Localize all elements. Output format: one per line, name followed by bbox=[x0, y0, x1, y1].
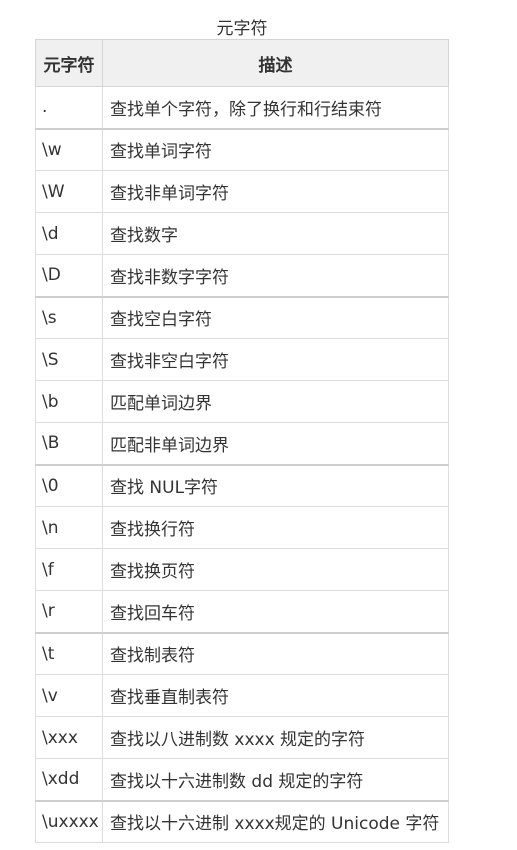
table-row: \s 查找空白字符 bbox=[35, 295, 449, 339]
table-caption: 元字符 bbox=[216, 19, 268, 39]
table-row: \S 查找非空白字符 bbox=[35, 338, 449, 381]
row-description: 匹配单词边界 bbox=[102, 380, 449, 423]
row-symbol: \r bbox=[35, 590, 103, 633]
row-symbol: . bbox=[35, 86, 103, 129]
table-row: \b 匹配单词边界 bbox=[35, 380, 449, 423]
row-symbol: \S bbox=[35, 338, 103, 381]
row-symbol: \n bbox=[35, 506, 103, 549]
table-row: \xdd 查找以十六进制数 dd 规定的字符 bbox=[35, 758, 449, 801]
row-description: 查找换行符 bbox=[102, 506, 449, 549]
row-symbol: \xxx bbox=[35, 716, 103, 759]
table-row: \n 查找换行符 bbox=[35, 506, 449, 549]
table-row: \uxxxx 查找以十六进制 xxxx规定的 Unicode 字符 bbox=[35, 799, 449, 843]
row-description: 匹配非单词边界 bbox=[102, 422, 449, 465]
row-description: 查找垂直制表符 bbox=[102, 674, 449, 717]
table-row: . 查找单个字符，除了换行和行结束符 bbox=[35, 86, 449, 129]
table-row: \f 查找换页符 bbox=[35, 548, 449, 591]
table-row: \t 查找制表符 bbox=[35, 631, 449, 675]
row-description: 查找以十六进制数 dd 规定的字符 bbox=[102, 758, 449, 801]
table-row: \r 查找回车符 bbox=[35, 590, 449, 633]
row-description: 查找换页符 bbox=[102, 548, 449, 591]
row-symbol: \s bbox=[35, 295, 103, 339]
table-row: \xxx 查找以八进制数 xxxx 规定的字符 bbox=[35, 716, 449, 759]
header-description: 描述 bbox=[102, 39, 449, 87]
row-symbol: \v bbox=[35, 674, 103, 717]
row-description: 查找空白字符 bbox=[102, 295, 449, 339]
row-description: 查找非数字字符 bbox=[102, 254, 449, 297]
row-description: 查找非单词字符 bbox=[102, 170, 449, 213]
metacharacter-table: 元字符 描述 . 查找单个字符，除了换行和行结束符 \w 查找单词字符 \W 查… bbox=[35, 39, 449, 843]
row-symbol: \b bbox=[35, 380, 103, 423]
table-header-row: 元字符 描述 bbox=[35, 39, 449, 87]
row-description: 查找单词字符 bbox=[102, 127, 449, 171]
table-row: \w 查找单词字符 bbox=[35, 127, 449, 171]
table-row: \0 查找 NUL字符 bbox=[35, 463, 449, 507]
row-symbol: \D bbox=[35, 254, 103, 297]
row-symbol: \B bbox=[35, 422, 103, 465]
row-symbol: \d bbox=[35, 212, 103, 255]
row-symbol: \w bbox=[35, 127, 103, 171]
table-row: \W 查找非单词字符 bbox=[35, 170, 449, 213]
row-description: 查找非空白字符 bbox=[102, 338, 449, 381]
row-symbol: \f bbox=[35, 548, 103, 591]
table-row: \d 查找数字 bbox=[35, 212, 449, 255]
row-symbol: \W bbox=[35, 170, 103, 213]
row-symbol: \t bbox=[35, 631, 103, 675]
row-symbol: \xdd bbox=[35, 758, 103, 801]
row-description: 查找以八进制数 xxxx 规定的字符 bbox=[102, 716, 449, 759]
table-row: \B 匹配非单词边界 bbox=[35, 422, 449, 465]
header-metacharacter: 元字符 bbox=[35, 39, 103, 87]
row-description: 查找以十六进制 xxxx规定的 Unicode 字符 bbox=[102, 799, 449, 843]
table-row: \D 查找非数字字符 bbox=[35, 254, 449, 297]
table-row: \v 查找垂直制表符 bbox=[35, 674, 449, 717]
row-symbol: \0 bbox=[35, 463, 103, 507]
row-description: 查找制表符 bbox=[102, 631, 449, 675]
row-description: 查找回车符 bbox=[102, 590, 449, 633]
row-description: 查找数字 bbox=[102, 212, 449, 255]
row-description: 查找单个字符，除了换行和行结束符 bbox=[102, 86, 449, 129]
row-description: 查找 NUL字符 bbox=[102, 463, 449, 507]
row-symbol: \uxxxx bbox=[35, 799, 103, 843]
